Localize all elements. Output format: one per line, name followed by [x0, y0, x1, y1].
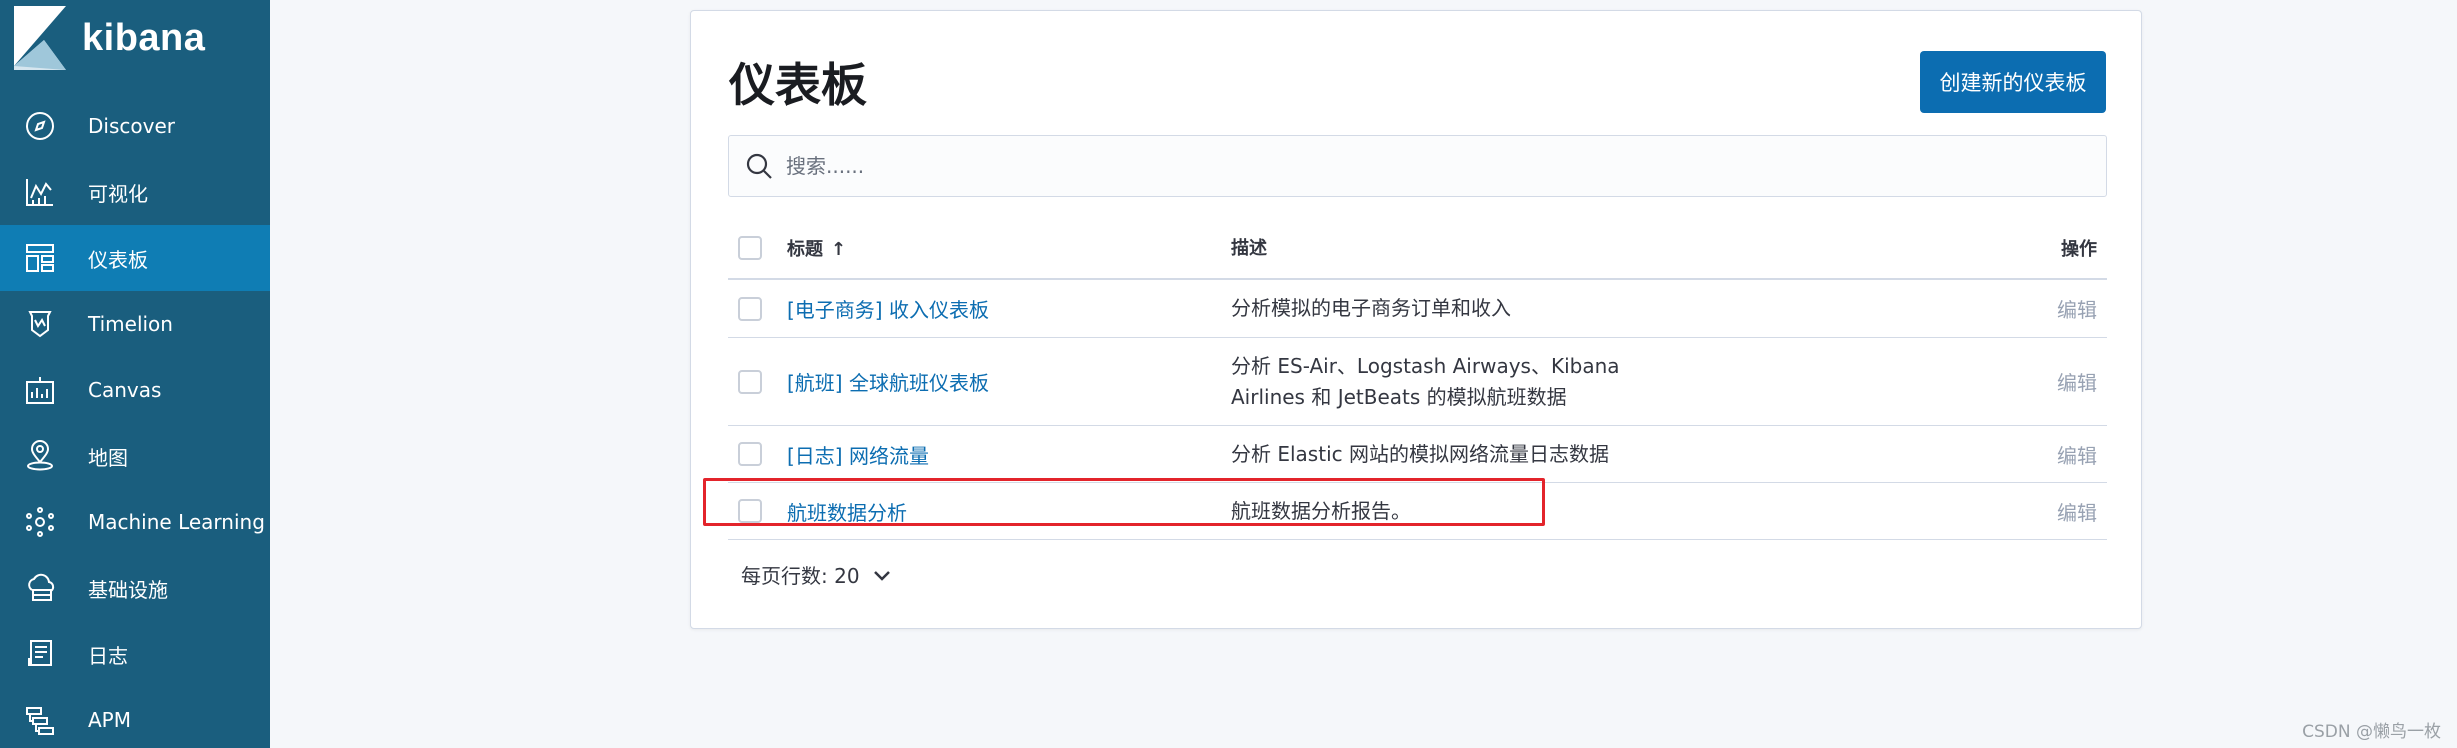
- sidebar-item-logs[interactable]: 日志: [0, 621, 270, 687]
- dashboard-description: 分析 Elastic 网站的模拟网络流量日志数据: [1231, 441, 1609, 466]
- dashboard-description: 航班数据分析报告。: [1231, 498, 1411, 523]
- chevron-down-icon: [873, 570, 890, 581]
- edit-link[interactable]: 编辑: [2057, 367, 2097, 396]
- edit-link[interactable]: 编辑: [2057, 497, 2097, 526]
- dashboard-title-link[interactable]: [电子商务] 收入仪表板: [787, 294, 989, 323]
- edit-link[interactable]: 编辑: [2057, 440, 2097, 469]
- sidebar-item-label: 仪表板: [88, 247, 148, 272]
- dashboard-title-link[interactable]: [航班] 全球航班仪表板: [787, 367, 989, 396]
- dashboard-description: 分析模拟的电子商务订单和收入: [1231, 296, 1511, 320]
- sidebar-nav: Discover 可视化 仪表板 Timelion Canvas 地图 Mach…: [0, 93, 270, 748]
- column-header-actions: 操作: [2061, 239, 2097, 260]
- dashboard-icon: [22, 240, 58, 276]
- page-title: 仪表板: [729, 58, 867, 112]
- search-bar: [728, 135, 2107, 197]
- table-row: [电子商务] 收入仪表板 分析模拟的电子商务订单和收入 编辑: [728, 280, 2107, 338]
- table-row: 航班数据分析 航班数据分析报告。 编辑: [728, 483, 2107, 540]
- column-header-title[interactable]: 标题 ↑: [787, 235, 846, 261]
- watermark: CSDN @懒鸟一枚: [2302, 722, 2441, 742]
- description-line: 分析 ES-Air、Logstash Airways、Kibana: [1231, 353, 1620, 378]
- dashboard-description: 分析 ES-Air、Logstash Airways、Kibana Airlin…: [1231, 351, 1620, 413]
- sidebar-item-apm[interactable]: APM: [0, 687, 270, 748]
- sidebar: kibana Discover 可视化 仪表板 Timelion Canvas …: [0, 0, 270, 748]
- table-row: [航班] 全球航班仪表板 分析 ES-Air、Logstash Airways、…: [728, 338, 2107, 426]
- sidebar-item-timelion[interactable]: Timelion: [0, 291, 270, 357]
- description-line: Airlines 和 JetBeats 的模拟航班数据: [1231, 384, 1567, 409]
- kibana-logo[interactable]: kibana: [14, 6, 205, 70]
- timelion-icon: [22, 306, 58, 342]
- sidebar-item-maps[interactable]: 地图: [0, 423, 270, 489]
- kibana-logo-icon: [14, 6, 66, 70]
- sidebar-item-machine-learning[interactable]: Machine Learning: [0, 489, 270, 555]
- sidebar-item-visualize[interactable]: 可视化: [0, 159, 270, 225]
- create-dashboard-button[interactable]: 创建新的仪表板: [1920, 51, 2106, 113]
- apm-icon: [22, 702, 58, 738]
- compass-icon: [22, 108, 58, 144]
- map-pin-icon: [22, 438, 58, 474]
- sidebar-item-label: 地图: [88, 445, 128, 470]
- sidebar-item-canvas[interactable]: Canvas: [0, 357, 270, 423]
- dashboard-title-link[interactable]: 航班数据分析: [787, 497, 907, 526]
- table-row: [日志] 网络流量 分析 Elastic 网站的模拟网络流量日志数据 编辑: [728, 426, 2107, 483]
- sidebar-item-label: Timelion: [88, 312, 173, 336]
- sidebar-item-label: APM: [88, 708, 131, 732]
- column-header-description: 描述: [1231, 237, 1267, 259]
- edit-link[interactable]: 编辑: [2057, 294, 2097, 323]
- search-input[interactable]: [786, 154, 2086, 178]
- sidebar-item-label: 日志: [88, 643, 128, 668]
- sidebar-item-infrastructure[interactable]: 基础设施: [0, 555, 270, 621]
- app-name: kibana: [82, 16, 206, 59]
- search-icon: [744, 151, 774, 181]
- dashboard-table: 标题 ↑ 描述 操作 [电子商务] 收入仪表板 分析模拟的电子商务订单和收入 编辑…: [728, 218, 2107, 540]
- infrastructure-icon: [22, 570, 58, 606]
- sidebar-item-label: 可视化: [88, 181, 148, 206]
- sidebar-item-discover[interactable]: Discover: [0, 93, 270, 159]
- row-checkbox[interactable]: [738, 499, 762, 523]
- sidebar-item-dashboard[interactable]: 仪表板: [0, 225, 270, 291]
- dashboard-title-link[interactable]: [日志] 网络流量: [787, 440, 929, 469]
- logs-icon: [22, 636, 58, 672]
- chart-icon: [22, 174, 58, 210]
- row-checkbox[interactable]: [738, 296, 762, 321]
- rows-per-page-label: 每页行数: 20: [741, 564, 860, 588]
- sort-ascending-icon: ↑: [831, 239, 847, 260]
- sidebar-item-label: Canvas: [88, 378, 162, 402]
- sidebar-item-label: Discover: [88, 114, 175, 138]
- dashboard-list-panel: 仪表板 创建新的仪表板 标题↑ 描述 操作 [电子商务] 收入仪表板 分析模拟的…: [690, 10, 2142, 629]
- row-checkbox[interactable]: [738, 442, 762, 466]
- table-header: 标题 ↑ 描述 操作: [728, 218, 2107, 280]
- machine-learning-icon: [22, 504, 58, 540]
- canvas-icon: [22, 372, 58, 408]
- sidebar-item-label: Machine Learning: [88, 510, 265, 534]
- row-checkbox[interactable]: [738, 369, 762, 394]
- rows-per-page-selector[interactable]: 每页行数: 20: [741, 560, 894, 589]
- select-all-checkbox[interactable]: [738, 236, 762, 260]
- sidebar-item-label: 基础设施: [88, 577, 168, 602]
